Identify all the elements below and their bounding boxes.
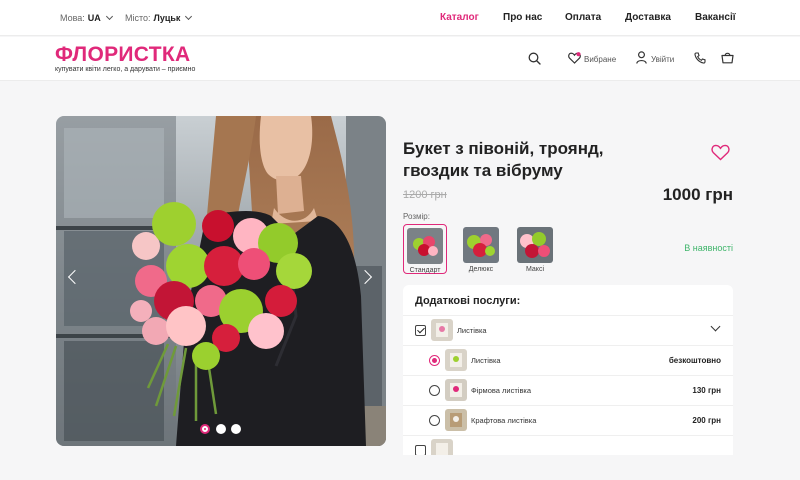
chevron-down-icon xyxy=(105,12,113,21)
slide-dot-1[interactable] xyxy=(200,424,210,434)
current-price: 1000 грн xyxy=(662,185,733,204)
card-thumbnail xyxy=(445,349,467,371)
card-thumbnail xyxy=(431,439,453,455)
extras-group-label: Листівка xyxy=(457,326,487,335)
size-option-label: Делюкс xyxy=(468,266,494,273)
size-option-label: Стандарт xyxy=(409,267,441,274)
extras-option-row[interactable]: Крафтова листівка 200 грн xyxy=(403,405,733,435)
nav-payment[interactable]: Оплата xyxy=(565,12,601,23)
stock-status: В наявності xyxy=(684,243,733,253)
site-header: ФЛОРИСТКА купувати квіти легко, а дарува… xyxy=(0,37,800,81)
old-price: 1200 грн xyxy=(403,189,447,201)
favorites-link[interactable]: Вибране xyxy=(584,55,616,64)
extra-services-title: Додаткові послуги: xyxy=(415,295,521,307)
size-option-deluxe[interactable]: Делюкс xyxy=(459,224,503,274)
city-selector[interactable]: Місто: Луцьк xyxy=(125,12,193,23)
nav-catalog[interactable]: Каталог xyxy=(440,12,479,23)
extras-option-price: безкоштовно xyxy=(668,356,721,365)
extras-next-row[interactable] xyxy=(403,435,733,455)
favorite-heart-icon[interactable] xyxy=(711,144,730,161)
chevron-down-icon[interactable] xyxy=(710,321,721,332)
phone-icon[interactable] xyxy=(694,52,706,64)
nav-about[interactable]: Про нас xyxy=(503,12,542,23)
search-icon[interactable] xyxy=(528,52,541,65)
product-photo xyxy=(56,116,386,446)
extras-option-radio[interactable] xyxy=(429,415,440,426)
extras-option-radio[interactable] xyxy=(429,355,440,366)
nav-vacancies[interactable]: Вакансії xyxy=(695,12,736,23)
slide-dot-2[interactable] xyxy=(216,424,226,434)
extras-group-row[interactable]: Листівка xyxy=(403,315,733,345)
extras-option-price: 200 грн xyxy=(692,416,721,425)
slide-dot-3[interactable] xyxy=(231,424,241,434)
card-thumbnail xyxy=(445,409,467,431)
cart-icon[interactable] xyxy=(721,51,734,64)
city-label: Місто: xyxy=(125,13,151,23)
slogan: купувати квіти легко, а дарувати – приєм… xyxy=(55,66,196,73)
extras-next-checkbox[interactable] xyxy=(415,445,426,455)
size-thumbnail xyxy=(407,228,443,264)
top-bar: Мова: UA Місто: Луцьк Каталог Про нас Оп… xyxy=(0,0,800,36)
size-option-standard[interactable]: Стандарт xyxy=(403,224,447,274)
heart-icon[interactable] xyxy=(568,52,581,64)
language-selector[interactable]: Мова: UA xyxy=(60,12,113,23)
login-link[interactable]: Увійти xyxy=(651,55,674,64)
user-icon[interactable] xyxy=(636,51,647,64)
language-value: UA xyxy=(87,13,101,23)
chevron-down-icon xyxy=(185,12,193,21)
extras-option-label: Листівка xyxy=(471,356,501,365)
extra-services-panel: Додаткові послуги: Листівка Листівка без… xyxy=(403,285,733,455)
size-option-label: Максі xyxy=(526,266,544,273)
card-thumbnail xyxy=(431,319,453,341)
nav-delivery[interactable]: Доставка xyxy=(625,12,671,23)
card-thumbnail xyxy=(445,379,467,401)
product-title: Букет з півоній, троянд, гвоздик та вібр… xyxy=(403,139,604,180)
extras-option-label: Крафтова листівка xyxy=(471,416,537,425)
size-option-maxi[interactable]: Максі xyxy=(513,224,557,274)
extras-option-row[interactable]: Фірмова листівка 130 грн xyxy=(403,375,733,405)
extras-option-label: Фірмова листівка xyxy=(471,386,532,395)
extras-option-row[interactable]: Листівка безкоштовно xyxy=(403,345,733,375)
size-thumbnail xyxy=(463,227,499,263)
product-gallery[interactable] xyxy=(56,116,386,446)
extras-group-checkbox[interactable] xyxy=(415,325,426,336)
size-thumbnail xyxy=(517,227,553,263)
language-label: Мова: xyxy=(60,13,85,23)
logo[interactable]: ФЛОРИСТКА xyxy=(55,43,190,67)
city-value: Луцьк xyxy=(153,13,181,23)
extras-option-price: 130 грн xyxy=(692,386,721,395)
extras-option-radio[interactable] xyxy=(429,385,440,396)
size-label: Розмір: xyxy=(403,212,430,221)
